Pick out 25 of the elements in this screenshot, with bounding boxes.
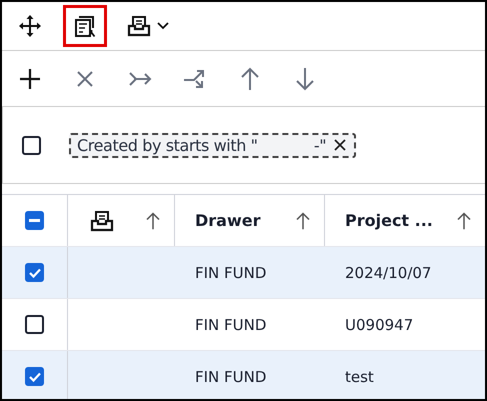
tray-icon [127, 14, 151, 38]
table-cell: FIN FUND [195, 316, 266, 334]
table-cell: test [345, 368, 374, 386]
sort-arrow-icon[interactable] [144, 212, 162, 230]
table-cell: FIN FUND [195, 368, 266, 386]
column-header[interactable]: Drawer [195, 211, 260, 230]
tray-icon [90, 208, 114, 232]
toolbar-button[interactable] [63, 5, 107, 47]
checkbox[interactable] [22, 136, 41, 154]
sort-arrow-icon[interactable] [455, 212, 473, 230]
column-header[interactable]: Project ... [345, 211, 433, 230]
select-all-checkbox[interactable] [25, 211, 44, 230]
move-icon [18, 14, 42, 38]
remove-button[interactable] [334, 139, 346, 151]
filter-chip[interactable]: Created by starts with " -" [69, 132, 356, 158]
checkbox[interactable] [25, 367, 44, 386]
sort-arrow-icon[interactable] [294, 212, 312, 230]
checkbox[interactable] [25, 263, 44, 282]
table-cell: U090947 [345, 316, 414, 334]
plus-icon [18, 66, 42, 90]
table-cell: FIN FUND [195, 264, 266, 282]
checkbox[interactable] [25, 315, 44, 334]
caret-icon [157, 22, 169, 30]
document-arrow-icon [73, 14, 97, 38]
table-cell: 2024/10/07 [345, 264, 432, 282]
